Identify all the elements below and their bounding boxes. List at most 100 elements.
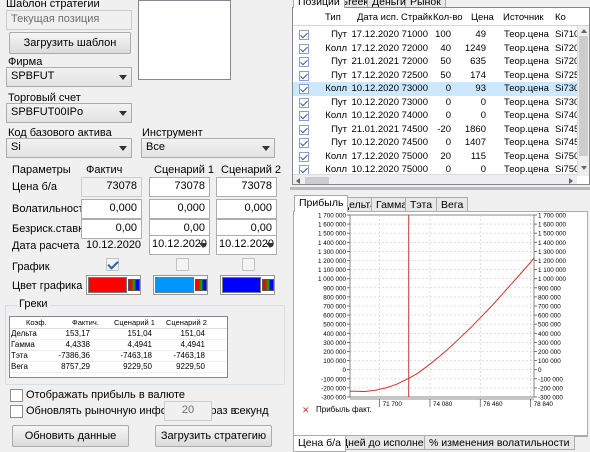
update-data-button[interactable]: Обновить данные <box>12 425 129 447</box>
color-scenario1-picker[interactable] <box>153 275 208 295</box>
load-strategy-button[interactable]: Загрузить стратегию <box>155 425 272 447</box>
tab-underlying-price[interactable]: Цена б/а <box>293 436 346 452</box>
position-row[interactable]: Пут 21.01.2021 72000 50 635 Теор.цена Si720 <box>293 55 579 69</box>
position-checkbox[interactable] <box>299 84 309 94</box>
position-cell: Si750 <box>555 150 580 162</box>
position-checkbox[interactable] <box>299 70 309 81</box>
position-row[interactable]: Колл 17.12.2020 72000 40 1249 Теор.цена Si720 <box>293 42 579 56</box>
base-asset-select[interactable]: Si <box>6 138 132 158</box>
scroll-up-icon[interactable] <box>581 29 587 33</box>
col-strike[interactable]: Страйк <box>401 12 432 23</box>
palette-icon <box>262 279 274 291</box>
position-cell: 1249 <box>464 42 486 54</box>
position-checkbox[interactable] <box>299 30 309 40</box>
scroll-down-icon[interactable] <box>581 166 587 170</box>
col-source[interactable]: Источник <box>503 12 544 23</box>
position-row[interactable]: Пут 10.12.2020 74500 0 1407 Теор.цена Si7450 <box>293 136 585 150</box>
position-row[interactable]: Пут 21.01.2021 74500 -20 1860 Теор.цена Si7450 <box>293 123 585 137</box>
col-code[interactable]: Ко <box>555 12 566 23</box>
palette-icon <box>195 279 207 291</box>
tab-vega[interactable]: Вега <box>436 197 469 212</box>
volatility-scenario1[interactable]: 0,000 <box>149 199 210 219</box>
position-checkbox[interactable] <box>299 138 309 148</box>
price-scenario1[interactable]: 73078 <box>149 177 210 197</box>
position-cell: Теор.цена <box>504 42 549 54</box>
scroll-left-icon[interactable] <box>296 178 300 184</box>
position-cell: 75000 <box>401 150 428 162</box>
position-cell: 21.01.2021 <box>351 56 399 67</box>
show-in-currency-checkbox[interactable] <box>10 389 23 402</box>
position-cell: Пут <box>331 69 347 81</box>
position-row[interactable]: Колл 10.12.2020 74000 0 0 Теор.цена Si740 <box>293 109 579 123</box>
position-row[interactable]: Пут 17.12.2020 72500 50 174 Теор.цена Si7250 <box>293 69 585 83</box>
position-cell: Теор.цена <box>504 137 549 148</box>
position-cell: 71000 <box>401 29 428 40</box>
y-tick-label-right: 500 000 <box>538 322 561 329</box>
position-cell: Si730 <box>555 83 580 94</box>
account-select[interactable]: SPBFUT00IPo <box>6 103 132 123</box>
volatility-actual[interactable]: 0,000 <box>81 199 142 219</box>
position-cell: Теор.цена <box>504 96 549 108</box>
rate-actual[interactable]: 0,00 <box>81 219 142 239</box>
x-tick-label: 74 080 <box>433 401 453 408</box>
greeks-cell: -7386,36 <box>58 351 90 360</box>
position-row[interactable]: Пут 17.12.2020 71000 100 49 Теор.цена Si7100 <box>293 28 585 42</box>
greeks-cell: 4,4941 <box>180 340 205 349</box>
color-scenario2-picker[interactable] <box>220 275 275 295</box>
position-checkbox[interactable] <box>299 97 309 108</box>
instrument-select[interactable]: Все <box>141 138 275 158</box>
greeks-row: Гамма 4,4338 4,4941 4,4941 <box>10 340 227 351</box>
position-checkbox[interactable] <box>299 151 309 162</box>
col-exp-date[interactable]: Дата исп. <box>357 12 399 23</box>
position-cell: Колл <box>325 42 347 54</box>
greeks-col: Сценарий 1 <box>114 318 155 327</box>
tab-positions[interactable]: Позиции <box>293 0 345 8</box>
position-row[interactable]: Колл 17.12.2020 75000 20 115 Теор.цена Si750 <box>293 150 580 164</box>
y-tick-label: 800 000 <box>323 294 346 301</box>
price-scenario2[interactable]: 73078 <box>216 177 277 197</box>
load-template-button[interactable]: Загрузить шаблон <box>9 32 131 54</box>
color-actual-picker[interactable] <box>86 275 141 295</box>
col-price[interactable]: Цена <box>471 12 494 23</box>
tab-volatility-change[interactable]: % изменения волатильности <box>424 436 575 450</box>
greeks-cell: Тэта <box>11 351 28 360</box>
y-tick-label-right: 1 000 000 <box>538 276 567 283</box>
volatility-scenario2[interactable]: 0,000 <box>216 199 277 219</box>
col-qty[interactable]: Кол-во <box>433 12 463 23</box>
position-cell: 74500 <box>401 137 428 148</box>
strategy-template-field[interactable]: Текущая позиция <box>6 10 132 30</box>
position-cell: 0 <box>445 110 451 121</box>
firm-select[interactable]: SPBFUT <box>6 67 132 87</box>
position-cell: 50 <box>440 56 451 67</box>
y-tick-label-right: 1 200 000 <box>538 258 567 265</box>
position-checkbox[interactable] <box>299 124 309 135</box>
y-tick-label-right: 1 500 000 <box>538 231 567 238</box>
position-checkbox[interactable] <box>299 111 309 121</box>
scroll-thumb[interactable] <box>305 177 329 184</box>
position-row[interactable]: Пут 10.12.2020 73000 0 0 Теор.цена Si7300 <box>293 96 585 110</box>
col-type[interactable]: Тип <box>325 12 341 23</box>
y-tick-label-right: 1 600 000 <box>538 222 567 229</box>
scroll-thumb[interactable] <box>579 36 588 156</box>
tab-profit[interactable]: Прибыль <box>294 195 349 212</box>
date-scenario1-picker[interactable]: 10.12.2020 <box>149 235 210 255</box>
scroll-right-icon[interactable] <box>569 178 573 184</box>
positions-vscroll[interactable] <box>577 26 589 176</box>
graph-scenario1-checkbox[interactable] <box>176 258 189 271</box>
position-checkbox[interactable] <box>299 57 309 67</box>
date-scenario2-picker[interactable]: 10.12.2020 <box>216 235 277 255</box>
y-tick-label: 1 600 000 <box>318 222 347 229</box>
calc-date-actual: 10.12.2020 <box>86 239 142 251</box>
y-tick-label: 1 000 000 <box>318 276 347 283</box>
tab-theta[interactable]: Тэта <box>405 197 438 212</box>
update-market-checkbox[interactable] <box>10 405 23 418</box>
splitter[interactable] <box>290 187 590 190</box>
position-cell: 0 <box>445 96 451 108</box>
position-cell: Теор.цена <box>504 69 549 81</box>
graph-scenario2-checkbox[interactable] <box>242 258 255 271</box>
position-row[interactable]: Колл 10.12.2020 73000 0 93 Теор.цена Si730 <box>293 82 580 96</box>
position-checkbox[interactable] <box>299 43 309 54</box>
update-seconds-input[interactable]: 20 <box>164 401 212 421</box>
positions-hscroll[interactable] <box>293 174 577 184</box>
greeks-cell: 151,04 <box>127 329 152 338</box>
